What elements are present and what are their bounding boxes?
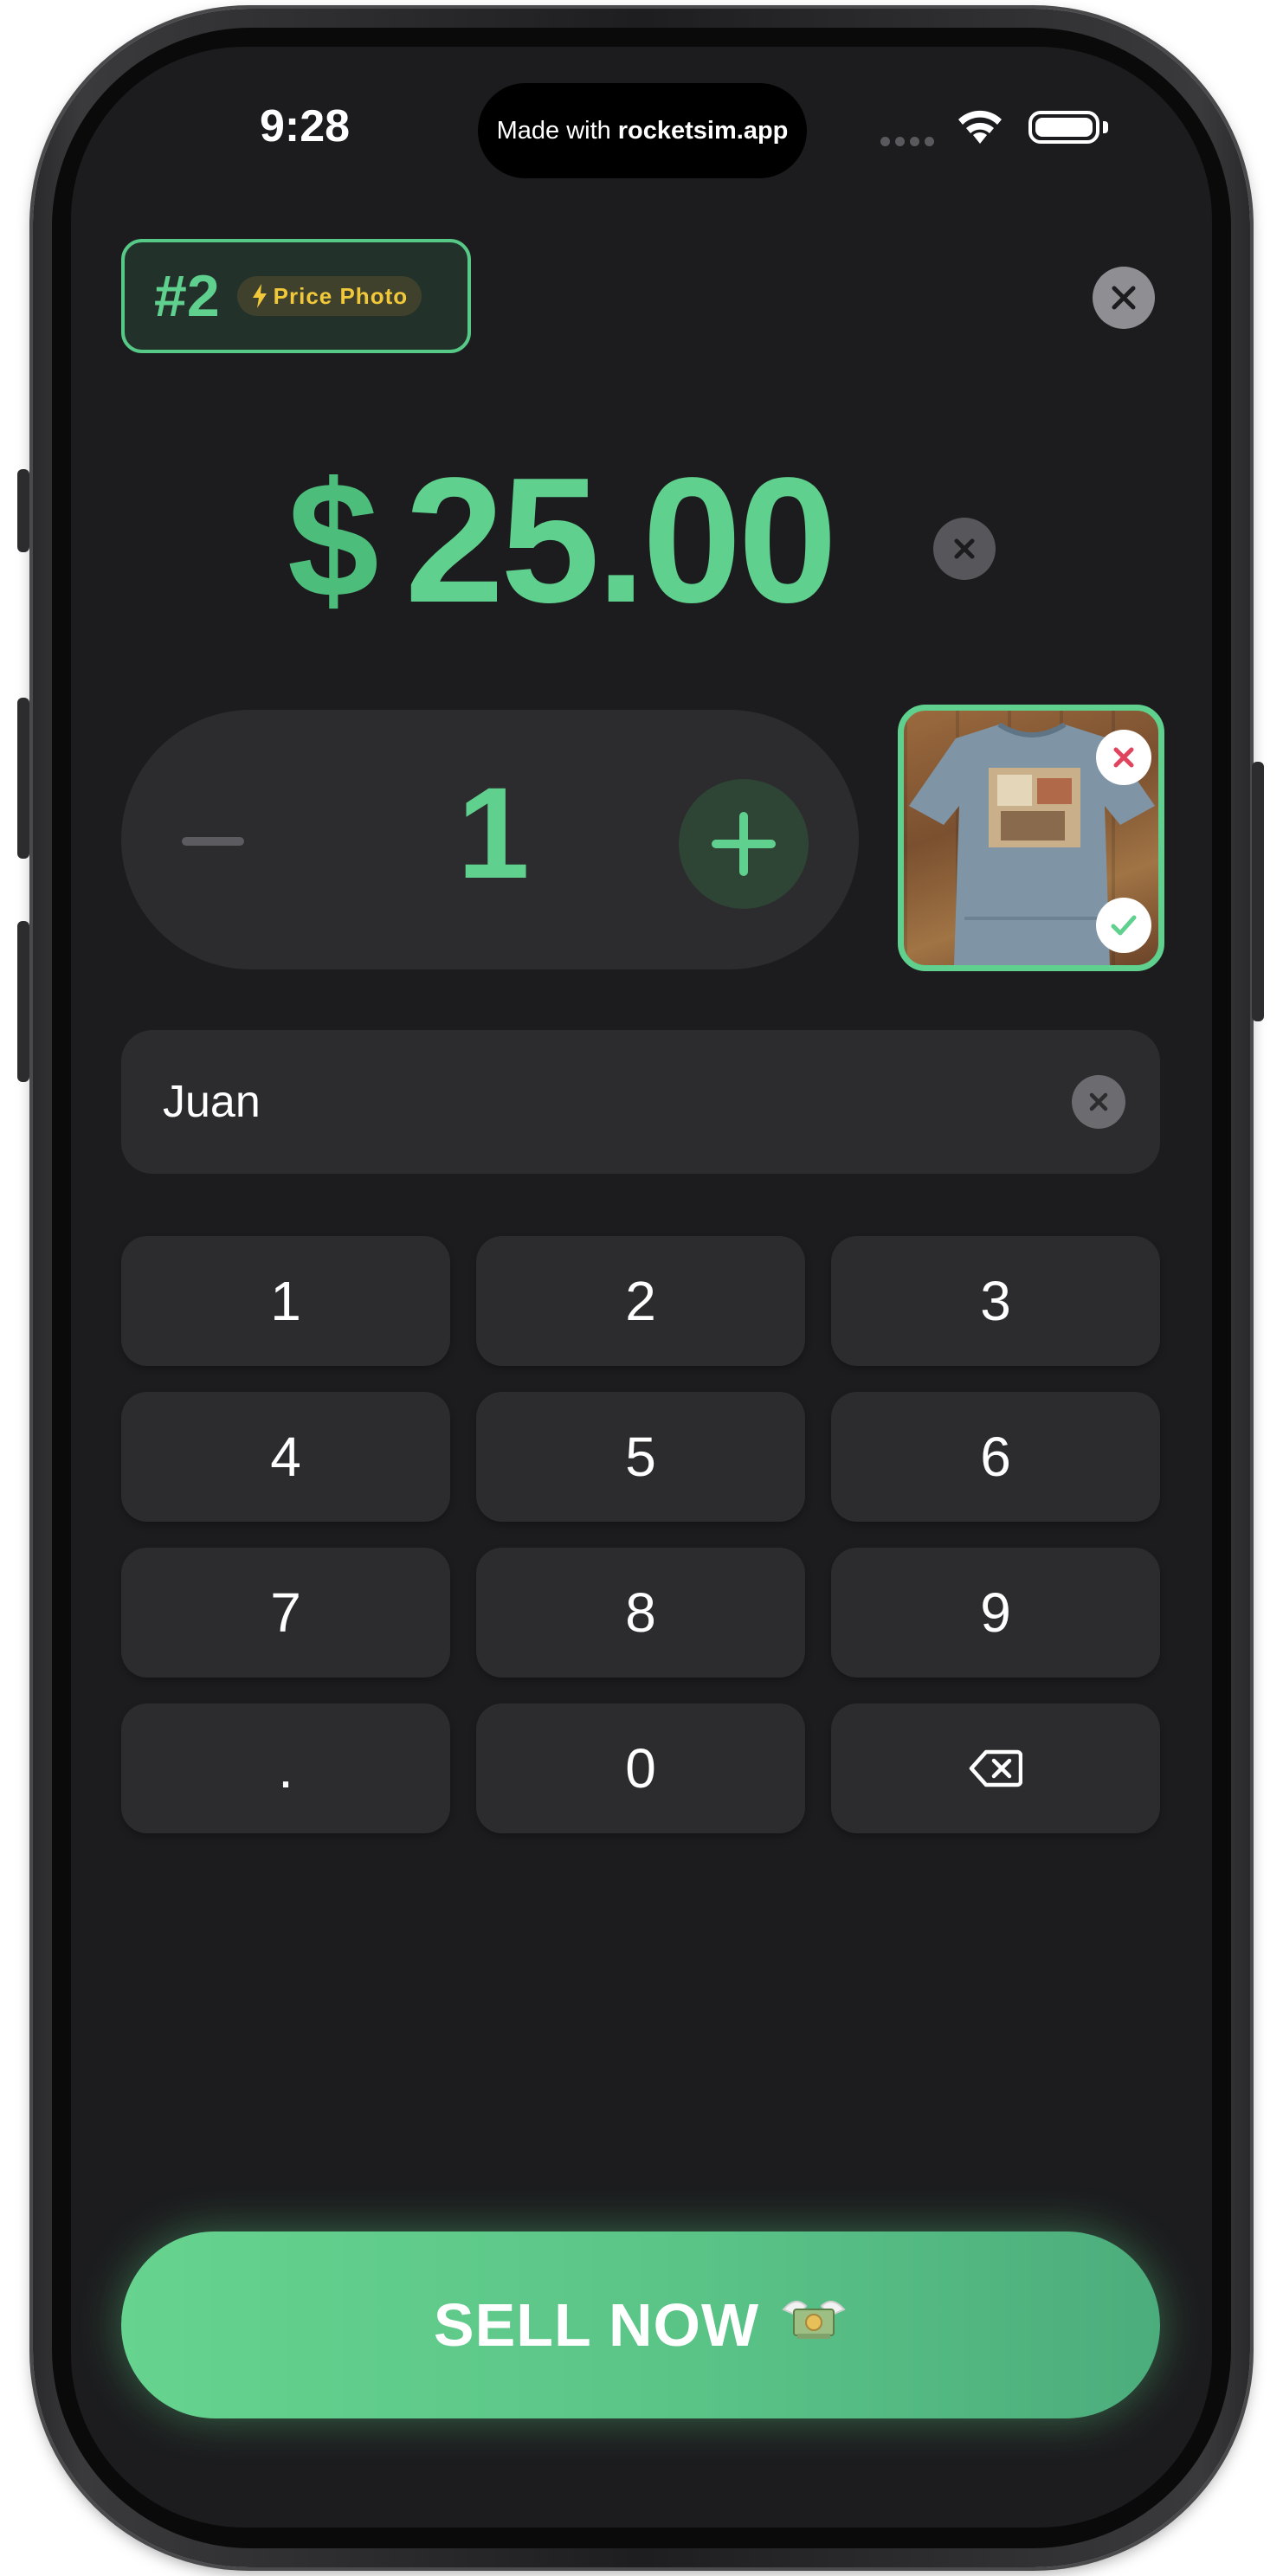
- item-number: #2: [154, 263, 220, 329]
- key-7[interactable]: 7: [121, 1548, 450, 1678]
- wifi-icon: [958, 110, 1002, 144]
- mode-pill[interactable]: Price Photo: [236, 276, 422, 316]
- island-text: Made with: [496, 116, 611, 145]
- close-icon: [1112, 286, 1136, 310]
- key-2[interactable]: 2: [476, 1236, 805, 1366]
- quantity-stepper: 1: [121, 710, 859, 969]
- key-9[interactable]: 9: [831, 1548, 1160, 1678]
- increment-button[interactable]: [679, 779, 809, 909]
- island-brand: rocketsim.app: [617, 116, 789, 145]
- cellular-signal-icon: [880, 137, 934, 146]
- item-photo[interactable]: [898, 705, 1164, 971]
- key-decimal[interactable]: .: [121, 1703, 450, 1833]
- status-time: 9:28: [259, 101, 351, 151]
- price-display: $ 25.00: [287, 441, 837, 640]
- battery-cap: [1103, 121, 1108, 133]
- key-3[interactable]: 3: [831, 1236, 1160, 1366]
- quantity-value: 1: [457, 760, 530, 905]
- close-icon: [954, 538, 975, 559]
- power-button: [1252, 762, 1264, 1021]
- sell-now-label: SELL NOW: [433, 2291, 760, 2359]
- key-backspace[interactable]: [831, 1703, 1160, 1833]
- accept-photo-button[interactable]: [1096, 898, 1151, 953]
- key-8[interactable]: 8: [476, 1548, 805, 1678]
- customer-name-field: [121, 1030, 1160, 1174]
- item-badge[interactable]: #2 Price Photo: [121, 239, 471, 353]
- numeric-keypad: 1 2 3 4 5 6 7 8 9 . 0: [121, 1236, 1160, 1833]
- key-0[interactable]: 0: [476, 1703, 805, 1833]
- mode-label: Price Photo: [273, 282, 409, 309]
- bolt-icon: [252, 284, 267, 308]
- minus-icon: [182, 837, 244, 846]
- sell-now-button[interactable]: SELL NOW: [121, 2231, 1160, 2418]
- key-4[interactable]: 4: [121, 1392, 450, 1522]
- volume-up-button: [17, 698, 29, 859]
- close-icon: [1113, 747, 1134, 768]
- key-6[interactable]: 6: [831, 1392, 1160, 1522]
- battery-icon: [1028, 111, 1099, 144]
- close-button[interactable]: [1093, 267, 1155, 329]
- clear-price-button[interactable]: [933, 518, 996, 580]
- dynamic-island: Made with rocketsim.app: [478, 83, 807, 178]
- volume-down-button: [17, 921, 29, 1082]
- close-icon: [1089, 1092, 1108, 1111]
- price-amount: 25.00: [404, 440, 838, 640]
- backspace-icon: [969, 1749, 1022, 1787]
- flying-money-icon: [780, 2290, 848, 2360]
- plus-icon: [712, 812, 776, 876]
- currency-symbol: $: [287, 448, 379, 632]
- app-screen: 9:28 Made with rocketsim.app #2 Price Pho…: [71, 47, 1212, 2528]
- clear-name-button[interactable]: [1072, 1075, 1125, 1129]
- decrement-button[interactable]: [170, 798, 256, 885]
- reject-photo-button[interactable]: [1096, 730, 1151, 785]
- key-5[interactable]: 5: [476, 1392, 805, 1522]
- key-1[interactable]: 1: [121, 1236, 450, 1366]
- checkmark-icon: [1111, 915, 1137, 936]
- customer-name-input[interactable]: [163, 1030, 1028, 1174]
- action-button: [17, 469, 29, 552]
